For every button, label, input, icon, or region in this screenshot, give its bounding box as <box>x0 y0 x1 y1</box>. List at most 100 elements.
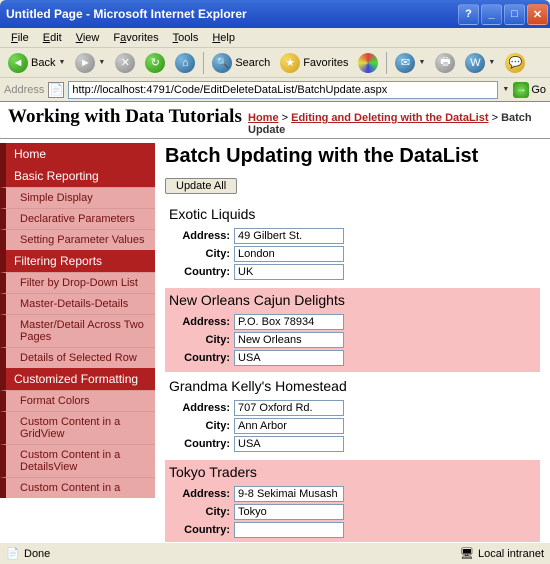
nav-item[interactable]: Custom Content in a <box>0 477 155 498</box>
nav-item[interactable]: Custom Content in a GridView <box>0 411 155 444</box>
discuss-button[interactable]: 💬 <box>501 51 529 75</box>
close-button[interactable]: ✕ <box>527 4 548 25</box>
window-titlebar: Untitled Page - Microsoft Internet Explo… <box>0 0 550 28</box>
country-input[interactable] <box>234 350 344 366</box>
go-icon: → <box>513 82 529 98</box>
forward-button[interactable]: ►▼ <box>71 51 109 75</box>
nav-category[interactable]: Customized Formatting <box>0 368 155 390</box>
nav-item[interactable]: Details of Selected Row <box>0 347 155 368</box>
menu-help[interactable]: Help <box>205 30 242 46</box>
help-button[interactable]: ? <box>458 4 479 25</box>
country-label: Country: <box>169 352 234 364</box>
nav-item[interactable]: Custom Content in a DetailsView <box>0 444 155 477</box>
address-input[interactable] <box>234 228 344 244</box>
address-input[interactable] <box>68 81 498 99</box>
update-all-button[interactable]: Update All <box>165 178 237 194</box>
city-input[interactable] <box>234 504 344 520</box>
nav-category[interactable]: Home <box>0 143 155 165</box>
address-label: Address: <box>169 230 234 242</box>
page-icon: 📄 <box>48 82 64 98</box>
nav-category[interactable]: Basic Reporting <box>0 165 155 187</box>
supplier-item: Grandma Kelly's HomesteadAddress:City:Co… <box>165 374 540 458</box>
breadcrumb: Home > Editing and Deleting with the Dat… <box>248 106 542 136</box>
supplier-name: Exotic Liquids <box>169 206 536 222</box>
zone-text: Local intranet <box>478 548 544 560</box>
back-button[interactable]: ◄Back▼ <box>4 51 69 75</box>
nav-category[interactable]: Filtering Reports <box>0 250 155 272</box>
home-button[interactable]: ⌂ <box>171 51 199 75</box>
country-input[interactable] <box>234 522 344 538</box>
maximize-button[interactable]: □ <box>504 4 525 25</box>
nav-item[interactable]: Filter by Drop-Down List <box>0 272 155 293</box>
address-input[interactable] <box>234 400 344 416</box>
search-button[interactable]: 🔍Search <box>208 51 274 75</box>
menu-favorites[interactable]: Favorites <box>106 30 165 46</box>
separator <box>386 52 387 74</box>
minimize-button[interactable]: _ <box>481 4 502 25</box>
menu-view[interactable]: View <box>69 30 107 46</box>
favorites-button[interactable]: ★Favorites <box>276 51 352 75</box>
print-button[interactable]: 🖶 <box>431 51 459 75</box>
go-button[interactable]: →Go <box>513 82 546 98</box>
address-input[interactable] <box>234 486 344 502</box>
breadcrumb-mid[interactable]: Editing and Deleting with the DataList <box>291 112 488 124</box>
edit-button[interactable]: W▼ <box>461 51 499 75</box>
edit-icon: W <box>465 53 485 73</box>
window-title: Untitled Page - Microsoft Internet Explo… <box>6 7 456 21</box>
main-content: Batch Updating with the DataList Update … <box>155 139 550 542</box>
city-label: City: <box>169 420 234 432</box>
chevron-down-icon: ▼ <box>98 59 105 66</box>
country-label: Country: <box>169 438 234 450</box>
chevron-down-icon: ▼ <box>58 59 65 66</box>
separator <box>203 52 204 74</box>
chevron-down-icon: ▼ <box>488 59 495 66</box>
discuss-icon: 💬 <box>505 53 525 73</box>
supplier-item: Exotic Liquids Address: City: Country: <box>165 202 540 286</box>
address-label: Address <box>4 84 44 96</box>
media-button[interactable] <box>354 51 382 75</box>
city-label: City: <box>169 334 234 346</box>
nav-item[interactable]: Setting Parameter Values <box>0 229 155 250</box>
city-input[interactable] <box>234 332 344 348</box>
page-header: Working with Data Tutorials Home > Editi… <box>0 102 550 139</box>
nav-item[interactable]: Format Colors <box>0 390 155 411</box>
nav-item[interactable]: Declarative Parameters <box>0 208 155 229</box>
site-title: Working with Data Tutorials <box>8 106 248 136</box>
refresh-button[interactable]: ↻ <box>141 51 169 75</box>
city-input[interactable] <box>234 418 344 434</box>
supplier-name: New Orleans Cajun Delights <box>169 292 536 308</box>
page-content: Working with Data Tutorials Home > Editi… <box>0 102 550 542</box>
forward-icon: ► <box>75 53 95 73</box>
country-label: Country: <box>169 266 234 278</box>
city-label: City: <box>169 248 234 260</box>
country-input[interactable] <box>234 436 344 452</box>
done-icon: 📄 <box>6 547 20 561</box>
city-input[interactable] <box>234 246 344 262</box>
nav-item[interactable]: Master/Detail Across Two Pages <box>0 314 155 347</box>
nav-item[interactable]: Master-Details-Details <box>0 293 155 314</box>
nav-item[interactable]: Simple Display <box>0 187 155 208</box>
status-text: Done <box>24 548 50 560</box>
menu-file[interactable]: File <box>4 30 36 46</box>
menu-edit[interactable]: Edit <box>36 30 69 46</box>
supplier-item: New Orleans Cajun DelightsAddress:City:C… <box>165 288 540 372</box>
mail-icon: ✉ <box>395 53 415 73</box>
page-heading: Batch Updating with the DataList <box>165 145 540 168</box>
refresh-icon: ↻ <box>145 53 165 73</box>
stop-button[interactable]: ✕ <box>111 51 139 75</box>
supplier-list: Exotic LiquidsAddress:City:Country:New O… <box>165 202 540 542</box>
back-icon: ◄ <box>8 53 28 73</box>
dropdown-icon[interactable]: ▼ <box>502 86 509 93</box>
country-label: Country: <box>169 524 234 536</box>
address-label: Address: <box>169 402 234 414</box>
country-input[interactable] <box>234 264 344 280</box>
address-input[interactable] <box>234 314 344 330</box>
home-icon: ⌂ <box>175 53 195 73</box>
menu-tools[interactable]: Tools <box>166 30 206 46</box>
stop-icon: ✕ <box>115 53 135 73</box>
print-icon: 🖶 <box>435 53 455 73</box>
mail-button[interactable]: ✉▼ <box>391 51 429 75</box>
star-icon: ★ <box>280 53 300 73</box>
zone-icon: 🖥 <box>460 547 474 561</box>
breadcrumb-home[interactable]: Home <box>248 112 279 124</box>
